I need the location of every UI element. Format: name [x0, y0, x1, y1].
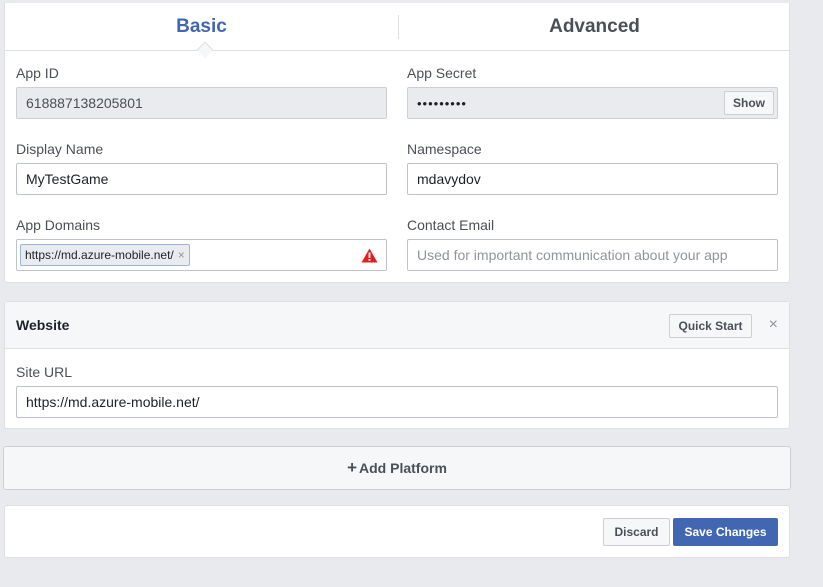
display-name-label: Display Name	[16, 141, 104, 157]
namespace-field[interactable]: mdavydov	[407, 163, 778, 195]
contact-email-placeholder: Used for important communication about y…	[417, 247, 728, 263]
website-title: Website	[16, 317, 70, 333]
basic-settings-card: Basic Advanced App ID 618887138205801 Ap…	[4, 3, 790, 283]
app-id-label: App ID	[16, 65, 59, 81]
discard-button[interactable]: Discard	[603, 518, 670, 546]
add-platform-label: Add Platform	[359, 460, 447, 476]
app-secret-field: •••••••••	[407, 87, 778, 119]
website-card-header: Website Quick Start ×	[5, 302, 789, 349]
footer-actions: Discard Save Changes	[4, 505, 790, 558]
settings-tabs: Basic Advanced	[5, 3, 791, 59]
add-platform-button[interactable]: + Add Platform	[3, 446, 791, 490]
display-name-field[interactable]: MyTestGame	[16, 163, 387, 195]
display-name-value: MyTestGame	[26, 171, 109, 187]
domain-token: https://md.azure-mobile.net/ ×	[20, 244, 190, 266]
token-remove-icon[interactable]: ×	[178, 248, 185, 262]
domain-token-text: https://md.azure-mobile.net/	[25, 248, 174, 262]
site-url-label: Site URL	[16, 364, 73, 380]
contact-email-label: Contact Email	[407, 217, 495, 233]
app-id-value: 618887138205801	[26, 95, 143, 111]
warning-icon	[361, 248, 378, 263]
app-domains-label: App Domains	[16, 217, 101, 233]
namespace-label: Namespace	[407, 141, 482, 157]
website-platform-card: Website Quick Start × Site URL https://m…	[4, 301, 790, 429]
site-url-field[interactable]: https://md.azure-mobile.net/	[16, 386, 778, 418]
quick-start-button[interactable]: Quick Start	[669, 314, 752, 338]
save-changes-button[interactable]: Save Changes	[673, 518, 778, 546]
namespace-value: mdavydov	[417, 171, 481, 187]
plus-icon: +	[347, 458, 358, 477]
close-icon[interactable]: ×	[769, 316, 778, 334]
show-secret-button[interactable]: Show	[724, 91, 774, 115]
app-secret-label: App Secret	[407, 65, 477, 81]
contact-email-field[interactable]: Used for important communication about y…	[407, 239, 778, 271]
app-id-field: 618887138205801	[16, 87, 387, 119]
app-domains-field[interactable]: https://md.azure-mobile.net/ ×	[16, 239, 387, 271]
tab-advanced[interactable]: Advanced	[398, 3, 791, 51]
app-secret-value: •••••••••	[417, 95, 467, 111]
site-url-value: https://md.azure-mobile.net/	[26, 394, 200, 410]
